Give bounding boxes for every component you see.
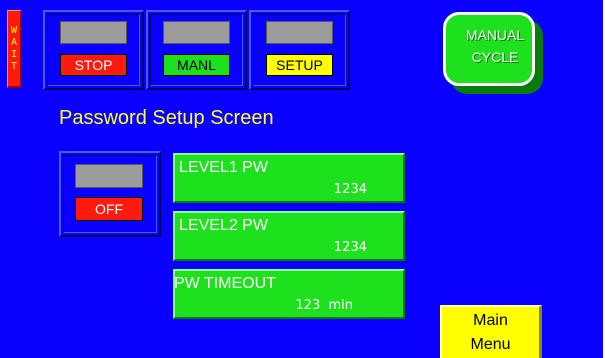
stop-indicator-lamp xyxy=(60,21,127,44)
main-menu-button[interactable]: Main Menu xyxy=(440,305,542,358)
setup-button-label: SETUP xyxy=(266,54,333,76)
manual-mode-button-label: MANL xyxy=(163,54,230,76)
toggle-indicator-lamp xyxy=(75,164,143,188)
level2-password-value: 1234 xyxy=(333,240,367,255)
level2-password-field[interactable]: LEVEL2 PW 1234 xyxy=(173,211,405,261)
wait-letter: T xyxy=(10,60,18,72)
main-menu-line1: Main xyxy=(473,312,508,329)
level2-password-label: LEVEL2 PW xyxy=(179,217,268,234)
manual-cycle-label: MANUAL CYCLE xyxy=(443,24,547,68)
manual-indicator-lamp xyxy=(163,21,230,44)
main-menu-line2: Menu xyxy=(470,336,511,353)
wait-letter: I xyxy=(10,48,18,60)
toggle-state-label: OFF xyxy=(75,197,143,221)
password-timeout-value: 123 min xyxy=(295,298,353,313)
stop-button[interactable]: STOP xyxy=(43,10,144,90)
hmi-screen: W A I T STOP MANL SETUP MANUAL CYCLE Pas… xyxy=(0,0,603,358)
manual-cycle-line1: MANUAL xyxy=(465,27,525,43)
password-timeout-field[interactable]: PW TIMEOUT 123 min xyxy=(173,269,405,319)
password-timeout-label: PW TIMEOUT xyxy=(174,275,276,292)
wait-letter: W xyxy=(10,24,18,36)
stop-button-label: STOP xyxy=(60,54,127,76)
level1-password-label: LEVEL1 PW xyxy=(179,159,268,176)
manual-mode-button[interactable]: MANL xyxy=(146,10,247,90)
setup-button[interactable]: SETUP xyxy=(249,10,350,90)
wait-letter: A xyxy=(10,36,18,48)
manual-cycle-line2: CYCLE xyxy=(471,49,519,65)
setup-indicator-lamp xyxy=(266,21,333,44)
page-title: Password Setup Screen xyxy=(59,107,274,129)
password-enable-toggle[interactable]: OFF xyxy=(59,151,161,237)
wait-status-indicator: W A I T xyxy=(7,10,22,88)
level1-password-field[interactable]: LEVEL1 PW 1234 xyxy=(173,153,405,203)
level1-password-value: 1234 xyxy=(333,182,367,197)
